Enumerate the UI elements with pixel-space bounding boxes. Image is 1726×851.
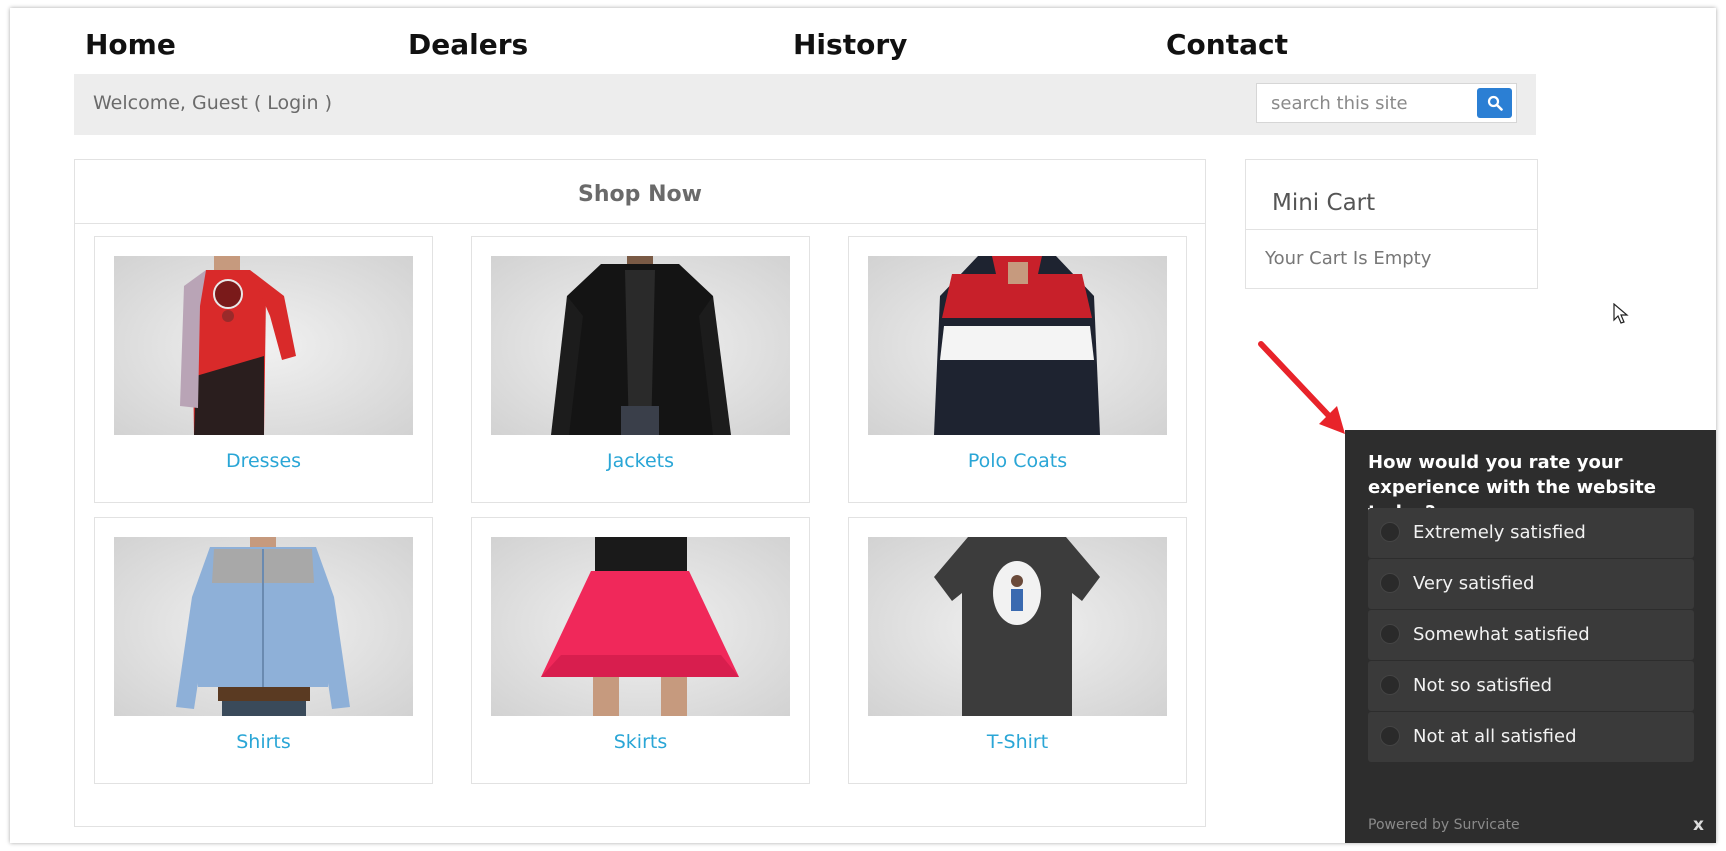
- survey-option-label: Not so satisfied: [1413, 675, 1553, 696]
- polo-coats-image[interactable]: [868, 256, 1167, 435]
- dresses-image[interactable]: [114, 256, 413, 435]
- category-card-shirts[interactable]: Shirts: [94, 517, 433, 784]
- shop-panel: Shop Now Dresses Jackets Polo Coats Shir…: [74, 159, 1206, 827]
- radio-icon[interactable]: [1380, 624, 1400, 644]
- radio-icon[interactable]: [1380, 522, 1400, 542]
- radio-icon[interactable]: [1380, 726, 1400, 746]
- mini-cart-empty-text: Your Cart Is Empty: [1265, 248, 1432, 269]
- category-label-shirts[interactable]: Shirts: [95, 731, 432, 753]
- search-icon: [1487, 95, 1503, 111]
- survey-option-not-so-satisfied[interactable]: Not so satisfied: [1368, 661, 1694, 711]
- survey-option-not-at-all-satisfied[interactable]: Not at all satisfied: [1368, 712, 1694, 762]
- radio-icon[interactable]: [1380, 675, 1400, 695]
- welcome-bar: Welcome, Guest ( Login ): [74, 74, 1536, 135]
- survey-option-label: Extremely satisfied: [1413, 522, 1586, 543]
- category-label-t-shirt[interactable]: T-Shirt: [849, 731, 1186, 753]
- radio-icon[interactable]: [1380, 573, 1400, 593]
- mouse-cursor-icon: [1613, 303, 1629, 324]
- survey-close-button[interactable]: x: [1693, 815, 1704, 835]
- shirts-image[interactable]: [114, 537, 413, 716]
- category-label-skirts[interactable]: Skirts: [472, 731, 809, 753]
- search-button[interactable]: [1477, 88, 1512, 118]
- survey-option-very-satisfied[interactable]: Very satisfied: [1368, 559, 1694, 609]
- category-card-dresses[interactable]: Dresses: [94, 236, 433, 503]
- nav-dealers[interactable]: Dealers: [408, 28, 528, 61]
- category-card-t-shirt[interactable]: T-Shirt: [848, 517, 1187, 784]
- shop-title: Shop Now: [75, 160, 1205, 224]
- t-shirt-image[interactable]: [868, 537, 1167, 716]
- category-label-polo-coats[interactable]: Polo Coats: [849, 450, 1186, 472]
- survey-option-label: Somewhat satisfied: [1413, 624, 1590, 645]
- search-box: [1256, 83, 1517, 123]
- survey-option-label: Very satisfied: [1413, 573, 1535, 594]
- top-nav: Home Dealers History Contact: [10, 8, 1716, 72]
- mini-cart: Mini Cart Your Cart Is Empty: [1245, 159, 1538, 289]
- survey-option-label: Not at all satisfied: [1413, 726, 1577, 747]
- survey-option-extremely-satisfied[interactable]: Extremely satisfied: [1368, 508, 1694, 558]
- powered-by-text[interactable]: Powered by Survicate: [1368, 817, 1520, 833]
- skirts-image[interactable]: [491, 537, 790, 716]
- nav-home[interactable]: Home: [85, 28, 176, 61]
- search-input[interactable]: [1257, 84, 1472, 122]
- category-label-jackets[interactable]: Jackets: [472, 450, 809, 472]
- category-card-skirts[interactable]: Skirts: [471, 517, 810, 784]
- browser-page: Home Dealers History Contact Welcome, Gu…: [10, 8, 1716, 843]
- category-label-dresses[interactable]: Dresses: [95, 450, 432, 472]
- welcome-text[interactable]: Welcome, Guest ( Login ): [93, 92, 332, 114]
- red-arrow-icon: [1258, 341, 1345, 434]
- survey-option-somewhat-satisfied[interactable]: Somewhat satisfied: [1368, 610, 1694, 660]
- jackets-image[interactable]: [491, 256, 790, 435]
- survey-widget: How would you rate your experience with …: [1345, 430, 1716, 843]
- nav-history[interactable]: History: [793, 28, 907, 61]
- category-card-polo-coats[interactable]: Polo Coats: [848, 236, 1187, 503]
- nav-contact[interactable]: Contact: [1166, 28, 1288, 61]
- category-card-jackets[interactable]: Jackets: [471, 236, 810, 503]
- mini-cart-title: Mini Cart: [1246, 160, 1537, 230]
